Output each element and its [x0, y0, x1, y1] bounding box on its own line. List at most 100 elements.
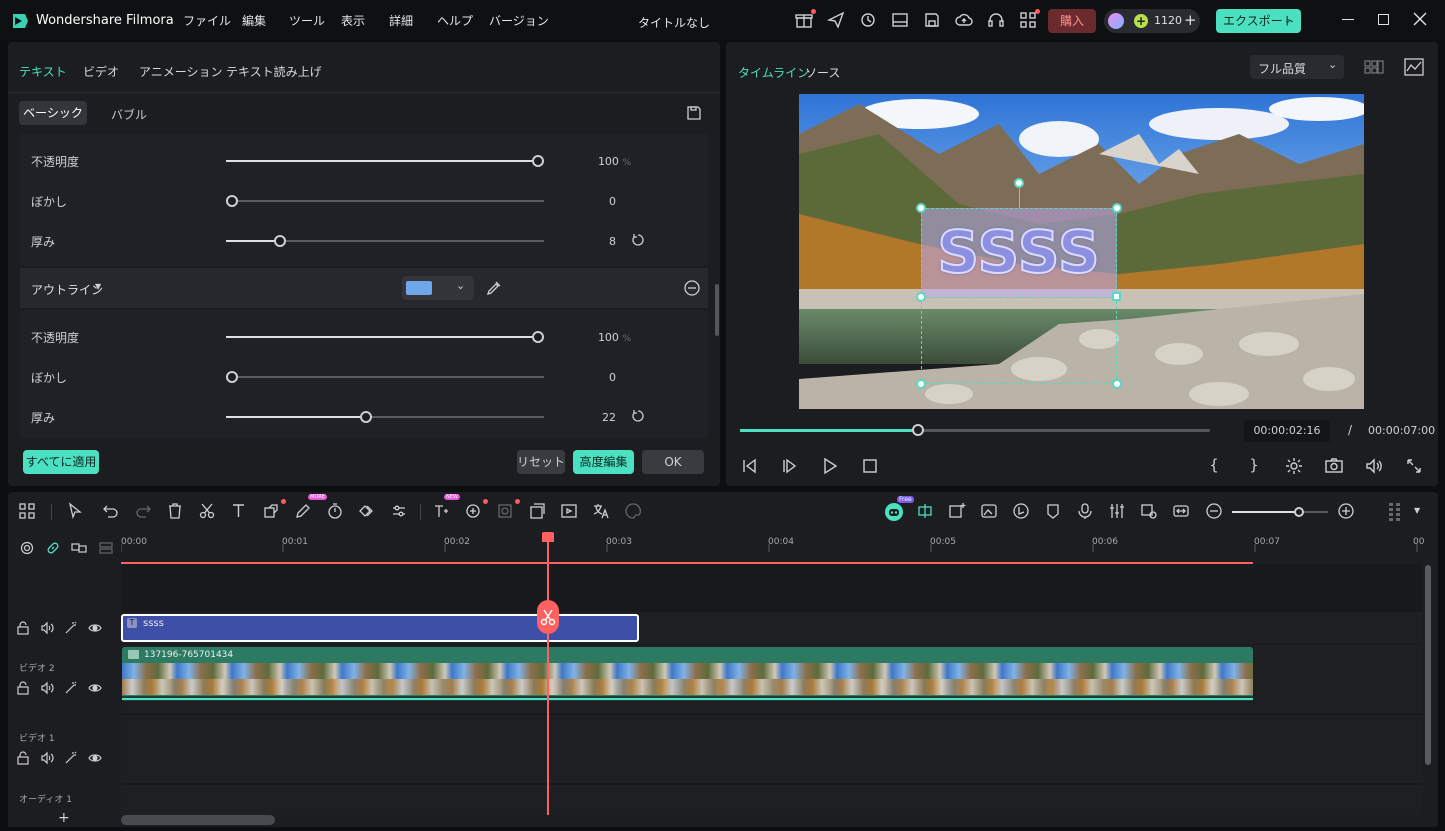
- track-height-icon[interactable]: [1386, 502, 1406, 522]
- group-icon[interactable]: [71, 541, 87, 555]
- resize-handle[interactable]: [1112, 292, 1121, 301]
- outline-thickness-slider-knob[interactable]: [360, 411, 372, 423]
- outline-color-picker[interactable]: ⌄: [402, 276, 474, 300]
- undo-icon[interactable]: [102, 502, 122, 522]
- credits-pill[interactable]: + 1120 +: [1104, 9, 1200, 33]
- title-clip[interactable]: T ssss: [121, 614, 639, 642]
- volume-icon[interactable]: [40, 681, 54, 695]
- grid-view-icon[interactable]: [1364, 59, 1384, 75]
- menu-file[interactable]: ファイル: [183, 12, 231, 29]
- transform-icon[interactable]: [528, 502, 548, 522]
- zoom-in-icon[interactable]: [1337, 502, 1357, 522]
- microphone-icon[interactable]: [1076, 502, 1096, 522]
- magic-icon[interactable]: [64, 751, 78, 765]
- cloud-upload-icon[interactable]: [955, 11, 973, 29]
- reset-icon[interactable]: [631, 233, 645, 247]
- adjust-icon[interactable]: [390, 502, 410, 522]
- tab-animation[interactable]: アニメーション: [139, 63, 223, 80]
- crop-icon[interactable]: [262, 499, 286, 522]
- link-icon[interactable]: [46, 541, 60, 555]
- subtab-basic[interactable]: ベーシック: [19, 101, 87, 125]
- outline-blur-slider-knob[interactable]: [226, 371, 238, 383]
- lock-icon[interactable]: [16, 751, 30, 765]
- fit-width-icon[interactable]: [1172, 502, 1192, 522]
- track-area[interactable]: 00:00 00:01 00:02 00:03 00:04 00:05 00:0…: [121, 532, 1424, 815]
- delete-icon[interactable]: [166, 502, 186, 522]
- select-icon[interactable]: [66, 502, 86, 522]
- volume-icon[interactable]: [1364, 456, 1384, 476]
- magic-icon[interactable]: [64, 681, 78, 695]
- volume-icon[interactable]: [40, 751, 54, 765]
- fullscreen-icon[interactable]: [1404, 456, 1424, 476]
- headset-icon[interactable]: [987, 11, 1005, 29]
- menu-advanced[interactable]: 詳細: [389, 12, 413, 29]
- color-palette-icon[interactable]: [624, 502, 644, 522]
- opacity-slider-knob[interactable]: [532, 155, 544, 167]
- keyframe-icon[interactable]: [358, 502, 378, 522]
- outline-opacity-slider-knob[interactable]: [532, 331, 544, 343]
- apply-all-button[interactable]: すべてに適用: [23, 450, 99, 474]
- snapshot-icon[interactable]: [1324, 456, 1344, 476]
- save-preset-icon[interactable]: [686, 105, 702, 121]
- tab-timeline[interactable]: タイムライン: [738, 64, 809, 81]
- blur-slider[interactable]: [226, 195, 544, 207]
- audio-mixer-icon[interactable]: [1108, 502, 1128, 522]
- close-button[interactable]: [1413, 12, 1427, 26]
- thickness-slider[interactable]: [226, 235, 544, 247]
- layout-icon[interactable]: [891, 11, 909, 29]
- cut-icon[interactable]: [198, 502, 218, 522]
- blur-slider-knob[interactable]: [226, 195, 238, 207]
- resize-handle[interactable]: [916, 292, 926, 302]
- tab-video[interactable]: ビデオ: [83, 63, 119, 80]
- snap-icon[interactable]: [916, 502, 936, 522]
- eye-icon[interactable]: [88, 751, 102, 765]
- playhead-knob[interactable]: [912, 424, 924, 436]
- vertical-scrollbar[interactable]: [1425, 565, 1431, 765]
- menu-help[interactable]: ヘルプ: [437, 12, 473, 29]
- property-scrollbar[interactable]: [715, 284, 719, 336]
- layout-grid-icon[interactable]: [18, 502, 38, 522]
- menu-tools[interactable]: ツール: [289, 12, 325, 29]
- magic-icon[interactable]: [64, 621, 78, 635]
- voice-icon[interactable]: [1140, 502, 1160, 522]
- settings-icon[interactable]: [1284, 456, 1304, 476]
- send-icon[interactable]: [827, 11, 845, 29]
- advanced-edit-button[interactable]: 高度編集: [573, 450, 634, 474]
- gift-icon[interactable]: [795, 9, 816, 29]
- opacity-slider[interactable]: [226, 155, 544, 167]
- text-icon[interactable]: [230, 502, 250, 522]
- marker-icon[interactable]: [1044, 502, 1064, 522]
- apps-grid-icon[interactable]: [1019, 9, 1040, 29]
- export-button[interactable]: エクスポート ⌄: [1216, 9, 1301, 33]
- playhead[interactable]: [547, 532, 549, 815]
- resize-handle[interactable]: [1112, 379, 1122, 389]
- add-track-button[interactable]: +: [58, 810, 70, 826]
- beat-icon[interactable]: [1012, 502, 1032, 522]
- eye-icon[interactable]: [88, 681, 102, 695]
- ok-button[interactable]: OK: [642, 450, 704, 474]
- tab-text[interactable]: テキスト: [19, 63, 67, 80]
- caret-down-icon[interactable]: ▼: [1414, 506, 1420, 515]
- reset-icon[interactable]: [631, 409, 645, 423]
- zoom-slider-knob[interactable]: [1294, 507, 1304, 517]
- video-preview[interactable]: SSSS: [799, 94, 1364, 409]
- buy-button[interactable]: 購入: [1048, 9, 1096, 33]
- resize-handle[interactable]: [916, 379, 926, 389]
- playhead-head[interactable]: [542, 532, 554, 542]
- reset-button[interactable]: リセット: [517, 450, 565, 474]
- cloud-sync-icon[interactable]: [859, 11, 877, 29]
- play-icon[interactable]: [820, 456, 840, 476]
- menu-view[interactable]: 表示: [341, 12, 365, 29]
- ai-audio-icon[interactable]: [464, 499, 488, 522]
- lock-icon[interactable]: [16, 621, 30, 635]
- volume-icon[interactable]: [40, 621, 54, 635]
- lock-icon[interactable]: [16, 681, 30, 695]
- zoom-slider[interactable]: [1232, 507, 1328, 517]
- thickness-slider-knob[interactable]: [274, 235, 286, 247]
- eyedropper-icon[interactable]: [486, 280, 502, 296]
- menu-edit[interactable]: 編集: [242, 12, 266, 29]
- pen-icon[interactable]: MORE: [294, 494, 327, 522]
- mark-out-icon[interactable]: }: [1244, 456, 1264, 476]
- tab-source[interactable]: ソース: [805, 64, 840, 81]
- subtab-bubble[interactable]: バブル: [111, 106, 147, 123]
